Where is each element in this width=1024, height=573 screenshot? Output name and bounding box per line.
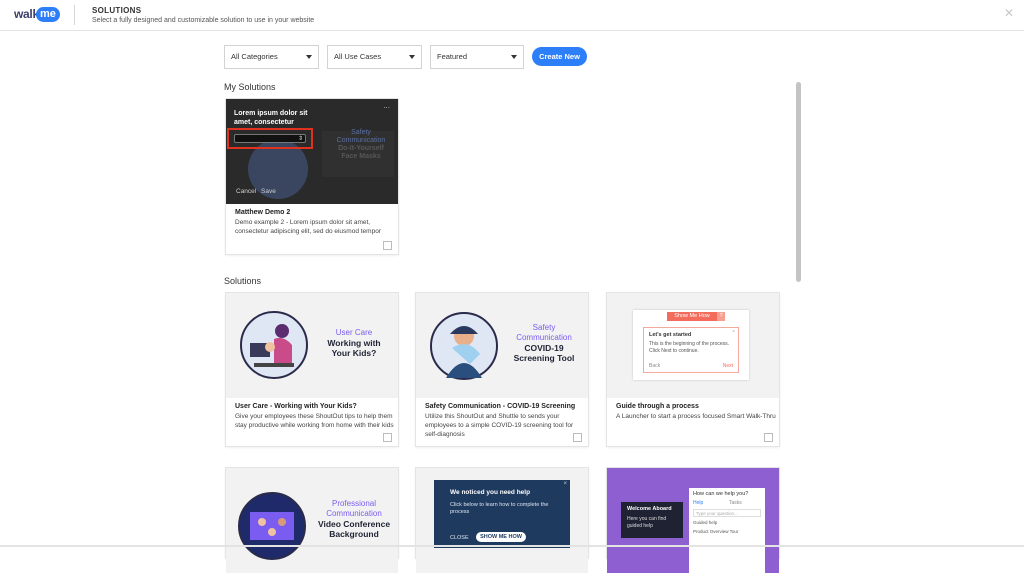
image-caption: Professional Communication Video Confere… bbox=[310, 499, 398, 539]
walkme-logo: walk me bbox=[14, 7, 60, 23]
chevron-down-icon bbox=[409, 55, 415, 59]
card-image: Show Me How ? Let's get started × This i… bbox=[607, 293, 779, 398]
card-checkbox[interactable] bbox=[764, 433, 773, 442]
covid-screening-illustration bbox=[430, 312, 498, 380]
my-solution-card[interactable]: Safety Communication Do-It-Yourself Face… bbox=[226, 99, 398, 254]
card-image: Welcome Aboard Here you can find guided … bbox=[607, 468, 779, 573]
chevron-down-icon bbox=[306, 55, 312, 59]
user-care-illustration bbox=[240, 311, 308, 379]
card-image: × We noticed you need help Click below t… bbox=[416, 468, 588, 573]
sort-select-value: Featured bbox=[437, 52, 468, 61]
caption-line: User Care bbox=[335, 328, 373, 337]
cancel-button[interactable]: Cancel bbox=[236, 188, 256, 195]
card-description: Give your employees these ShoutOut tips … bbox=[235, 413, 394, 429]
welcome-popup-mockup: Welcome Aboard Here you can find guided … bbox=[621, 502, 683, 538]
logo-me-badge: me bbox=[36, 7, 60, 22]
solution-card[interactable]: Safety Communication COVID-19 Screening … bbox=[416, 293, 588, 446]
popup-show-button: SHOW ME HOW bbox=[476, 532, 526, 542]
caption-line: Video Conference bbox=[317, 519, 391, 529]
card-image: User Care Working with Your Kids? bbox=[226, 293, 398, 398]
video-conference-illustration bbox=[238, 492, 306, 560]
welcome-title: Welcome Aboard bbox=[627, 506, 672, 512]
page-subtitle: Select a fully designed and customizable… bbox=[92, 17, 315, 24]
card-image: Professional Communication Video Confere… bbox=[226, 468, 398, 573]
card-description: Utilize this ShoutOut and Shuttle to sen… bbox=[425, 413, 574, 438]
help-widget-title: How can we help you? bbox=[693, 491, 749, 497]
caption-line: Communication bbox=[326, 509, 382, 518]
caption-line: Screening Tool bbox=[513, 353, 575, 363]
my-solutions-heading: My Solutions bbox=[224, 82, 276, 92]
popup-close-link: CLOSE bbox=[450, 535, 469, 541]
header-divider bbox=[74, 5, 75, 25]
card-description: A Launcher to start a process focused Sm… bbox=[616, 413, 776, 420]
popup-close-icon: × bbox=[732, 329, 735, 335]
caption-line: Your Kids? bbox=[331, 348, 377, 358]
highlight-box: ⇕ bbox=[227, 128, 313, 149]
bg-line: Do-It-Yourself bbox=[338, 145, 384, 152]
scrollbar-thumb[interactable] bbox=[796, 82, 801, 282]
help-popup-mockup: × We noticed you need help Click below t… bbox=[434, 480, 570, 548]
select-arrows-icon: ⇕ bbox=[297, 136, 303, 142]
card-checkbox[interactable] bbox=[383, 241, 392, 250]
card-title: User Care - Working with Your Kids? bbox=[235, 403, 357, 410]
editor-title-line: amet, consectetur bbox=[234, 119, 294, 126]
solution-card[interactable]: User Care Working with Your Kids? User C… bbox=[226, 293, 398, 446]
bg-line: Communication bbox=[336, 137, 386, 144]
bg-line: Face Masks bbox=[341, 153, 381, 160]
help-search: Type your question... bbox=[693, 509, 761, 517]
card-checkbox[interactable] bbox=[573, 433, 582, 442]
solution-card[interactable]: Show Me How ? Let's get started × This i… bbox=[607, 293, 779, 446]
sort-select[interactable]: Featured bbox=[430, 45, 524, 69]
popup-next: Next bbox=[722, 363, 733, 369]
popup-title: We noticed you need help bbox=[450, 489, 531, 496]
help-widget-mockup: How can we help you? Help Tasks Type you… bbox=[689, 488, 765, 573]
popup-back: Back bbox=[649, 363, 661, 369]
popup-close-icon: × bbox=[563, 481, 567, 487]
solutions-heading: Solutions bbox=[224, 276, 262, 286]
caption-line: COVID-19 bbox=[524, 343, 564, 353]
more-menu-icon[interactable]: ... bbox=[383, 101, 390, 110]
card-checkbox[interactable] bbox=[383, 433, 392, 442]
caption-line: Working with bbox=[327, 338, 381, 348]
create-new-button[interactable]: Create New bbox=[532, 47, 587, 66]
caption-line: Safety bbox=[532, 323, 556, 332]
save-button[interactable]: Save bbox=[261, 188, 276, 195]
welcome-body: Here you can find guided help bbox=[627, 516, 667, 529]
card-title: Safety Communication - COVID-19 Screenin… bbox=[425, 403, 576, 410]
top-bar: walk me SOLUTIONS Select a fully designe… bbox=[0, 0, 1024, 31]
help-tab: Help bbox=[693, 500, 704, 506]
popup-body: This is the beginning of the process. Cl… bbox=[649, 341, 730, 354]
tasks-tab: Tasks bbox=[729, 500, 742, 506]
editor-title-line: Lorem ipsum dolor sit bbox=[234, 110, 308, 117]
image-caption: User Care Working with Your Kids? bbox=[310, 328, 398, 358]
chevron-down-icon bbox=[511, 55, 517, 59]
use-cases-select[interactable]: All Use Cases bbox=[327, 45, 422, 69]
caption-line: Communication bbox=[516, 333, 572, 342]
use-cases-select-value: All Use Cases bbox=[334, 52, 382, 61]
page-title: SOLUTIONS bbox=[92, 6, 142, 15]
editor-select[interactable]: ⇕ bbox=[234, 134, 306, 143]
help-item: Product Overview Tour bbox=[693, 529, 739, 534]
card-editor-preview: Safety Communication Do-It-Yourself Face… bbox=[226, 99, 398, 204]
bg-line: Safety bbox=[351, 129, 371, 136]
categories-select-value: All Categories bbox=[231, 52, 278, 61]
card-description: Demo example 2 - Lorem ipsum dolor sit a… bbox=[235, 219, 381, 235]
walkthru-mockup: Show Me How ? Let's get started × This i… bbox=[633, 310, 749, 380]
popup-title: Let's get started bbox=[649, 332, 692, 338]
popup-body: Click below to learn how to complete the… bbox=[450, 502, 549, 515]
image-caption: Safety Communication COVID-19 Screening … bbox=[500, 323, 588, 363]
bg-caption: Safety Communication Do-It-Yourself Face… bbox=[326, 129, 396, 161]
caption-line: Professional bbox=[331, 499, 377, 508]
help-item: Guided help bbox=[693, 520, 718, 525]
help-badge: ? bbox=[717, 312, 725, 321]
walkthru-popup: Let's get started × This is the beginnin… bbox=[643, 327, 739, 373]
close-icon[interactable]: ✕ bbox=[1004, 6, 1014, 20]
caption-line: Background bbox=[329, 529, 379, 539]
card-image: Safety Communication COVID-19 Screening … bbox=[416, 293, 588, 398]
card-title: Guide through a process bbox=[616, 403, 699, 410]
show-me-how-launcher: Show Me How bbox=[667, 312, 717, 321]
card-title: Matthew Demo 2 bbox=[235, 209, 291, 216]
editor-title: Lorem ipsum dolor sit amet, consectetur bbox=[234, 109, 308, 127]
categories-select[interactable]: All Categories bbox=[224, 45, 319, 69]
